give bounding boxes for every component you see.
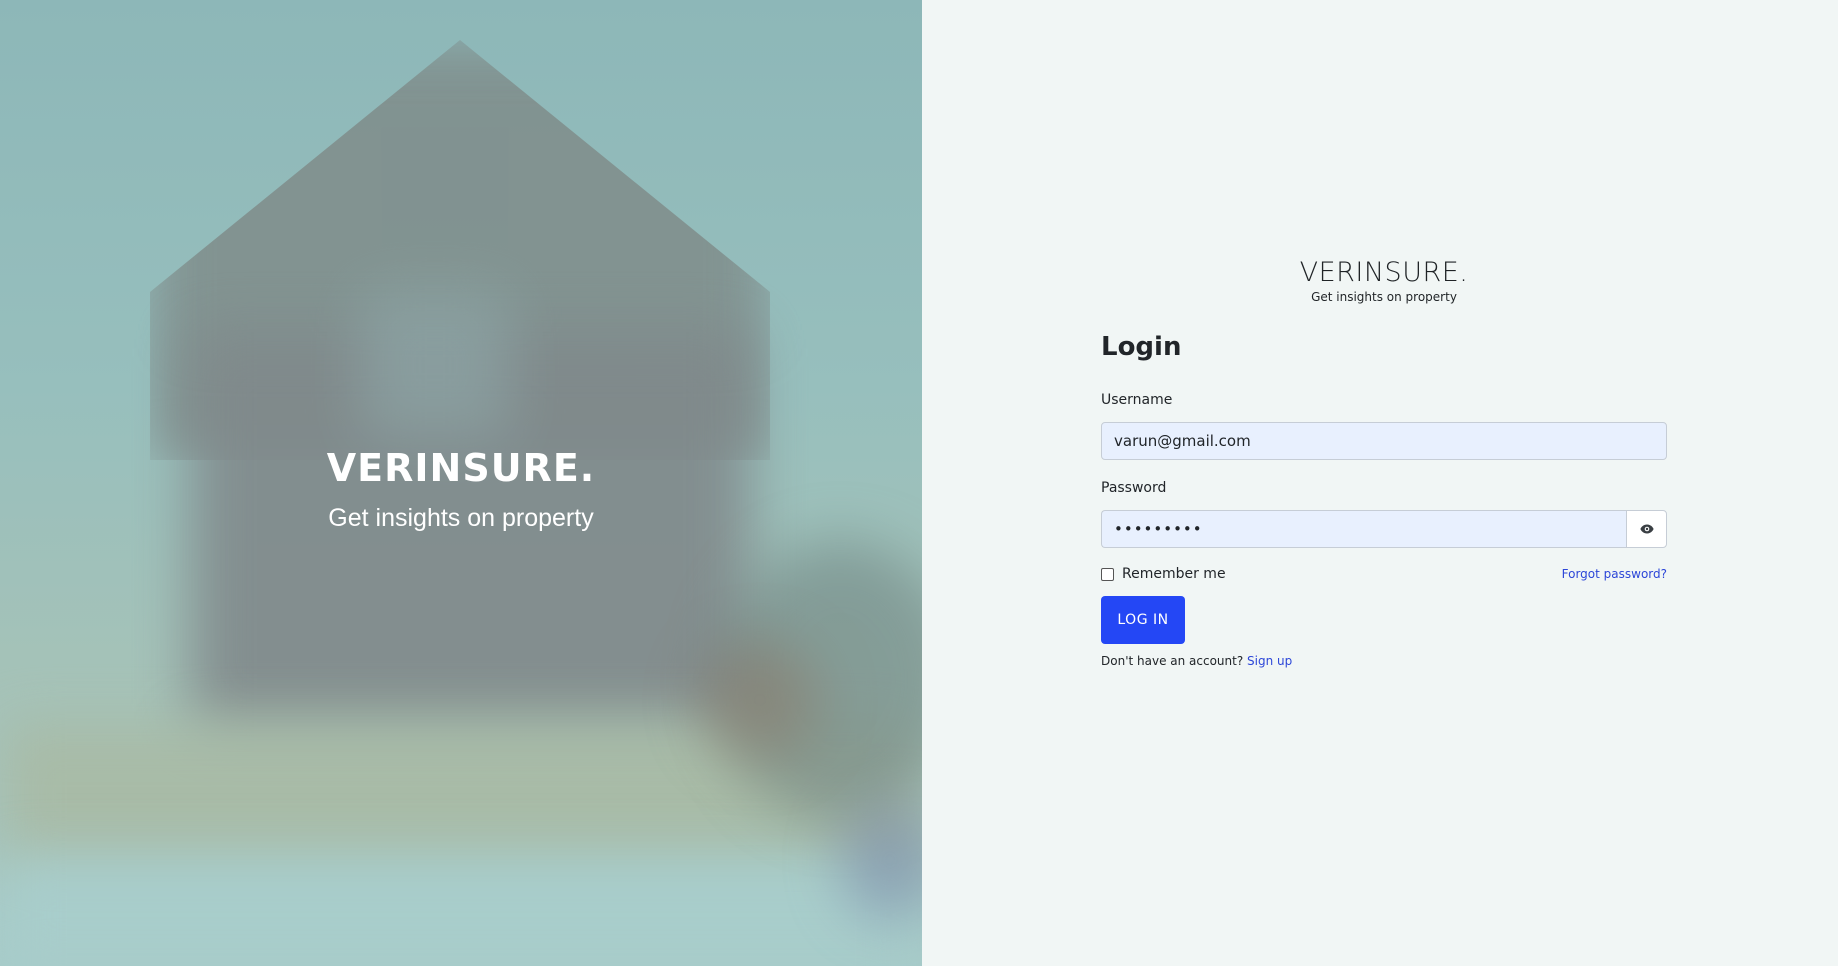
signup-prompt: Don't have an account? <box>1101 654 1244 668</box>
login-panel: VERINSURE. Get insights on property Logi… <box>922 0 1838 966</box>
brand-title: VERINSURE. <box>1299 257 1469 288</box>
username-field[interactable]: varun@gmail.com <box>1101 422 1667 460</box>
login-button[interactable]: LOG IN <box>1101 596 1185 644</box>
brand-block: VERINSURE. Get insights on property <box>1101 256 1667 304</box>
login-options: Remember me Forgot password? <box>1101 566 1667 582</box>
toggle-password-button[interactable] <box>1626 510 1667 548</box>
signup-row: Don't have an account? Sign up <box>1101 654 1667 668</box>
password-value: ••••••••• <box>1114 520 1203 538</box>
hero-panel: VERINSURE. Get insights on property <box>0 0 922 966</box>
login-heading: Login <box>1101 332 1182 362</box>
eye-icon <box>1639 524 1654 534</box>
username-label: Username <box>1101 392 1173 408</box>
hero-background-bush <box>700 640 820 760</box>
password-field[interactable]: ••••••••• <box>1101 510 1626 548</box>
hero-background-snow <box>0 860 922 966</box>
username-value: varun@gmail.com <box>1114 432 1251 450</box>
hero-text: VERINSURE. Get insights on property <box>0 440 922 533</box>
login-page: VERINSURE. Get insights on property VERI… <box>0 0 1838 966</box>
brand-tagline: Get insights on property <box>1311 290 1457 304</box>
hero-brand: VERINSURE. <box>326 446 596 490</box>
remember-me[interactable]: Remember me <box>1101 566 1226 582</box>
remember-me-label: Remember me <box>1122 566 1226 582</box>
hero-tagline: Get insights on property <box>328 504 594 532</box>
forgot-password-link[interactable]: Forgot password? <box>1562 567 1667 581</box>
hero-background-window <box>360 290 510 440</box>
signup-link[interactable]: Sign up <box>1247 654 1292 668</box>
remember-me-checkbox[interactable] <box>1101 567 1114 581</box>
password-label: Password <box>1101 480 1167 496</box>
login-form: VERINSURE. Get insights on property Logi… <box>1101 256 1667 668</box>
password-group: ••••••••• <box>1101 510 1667 548</box>
